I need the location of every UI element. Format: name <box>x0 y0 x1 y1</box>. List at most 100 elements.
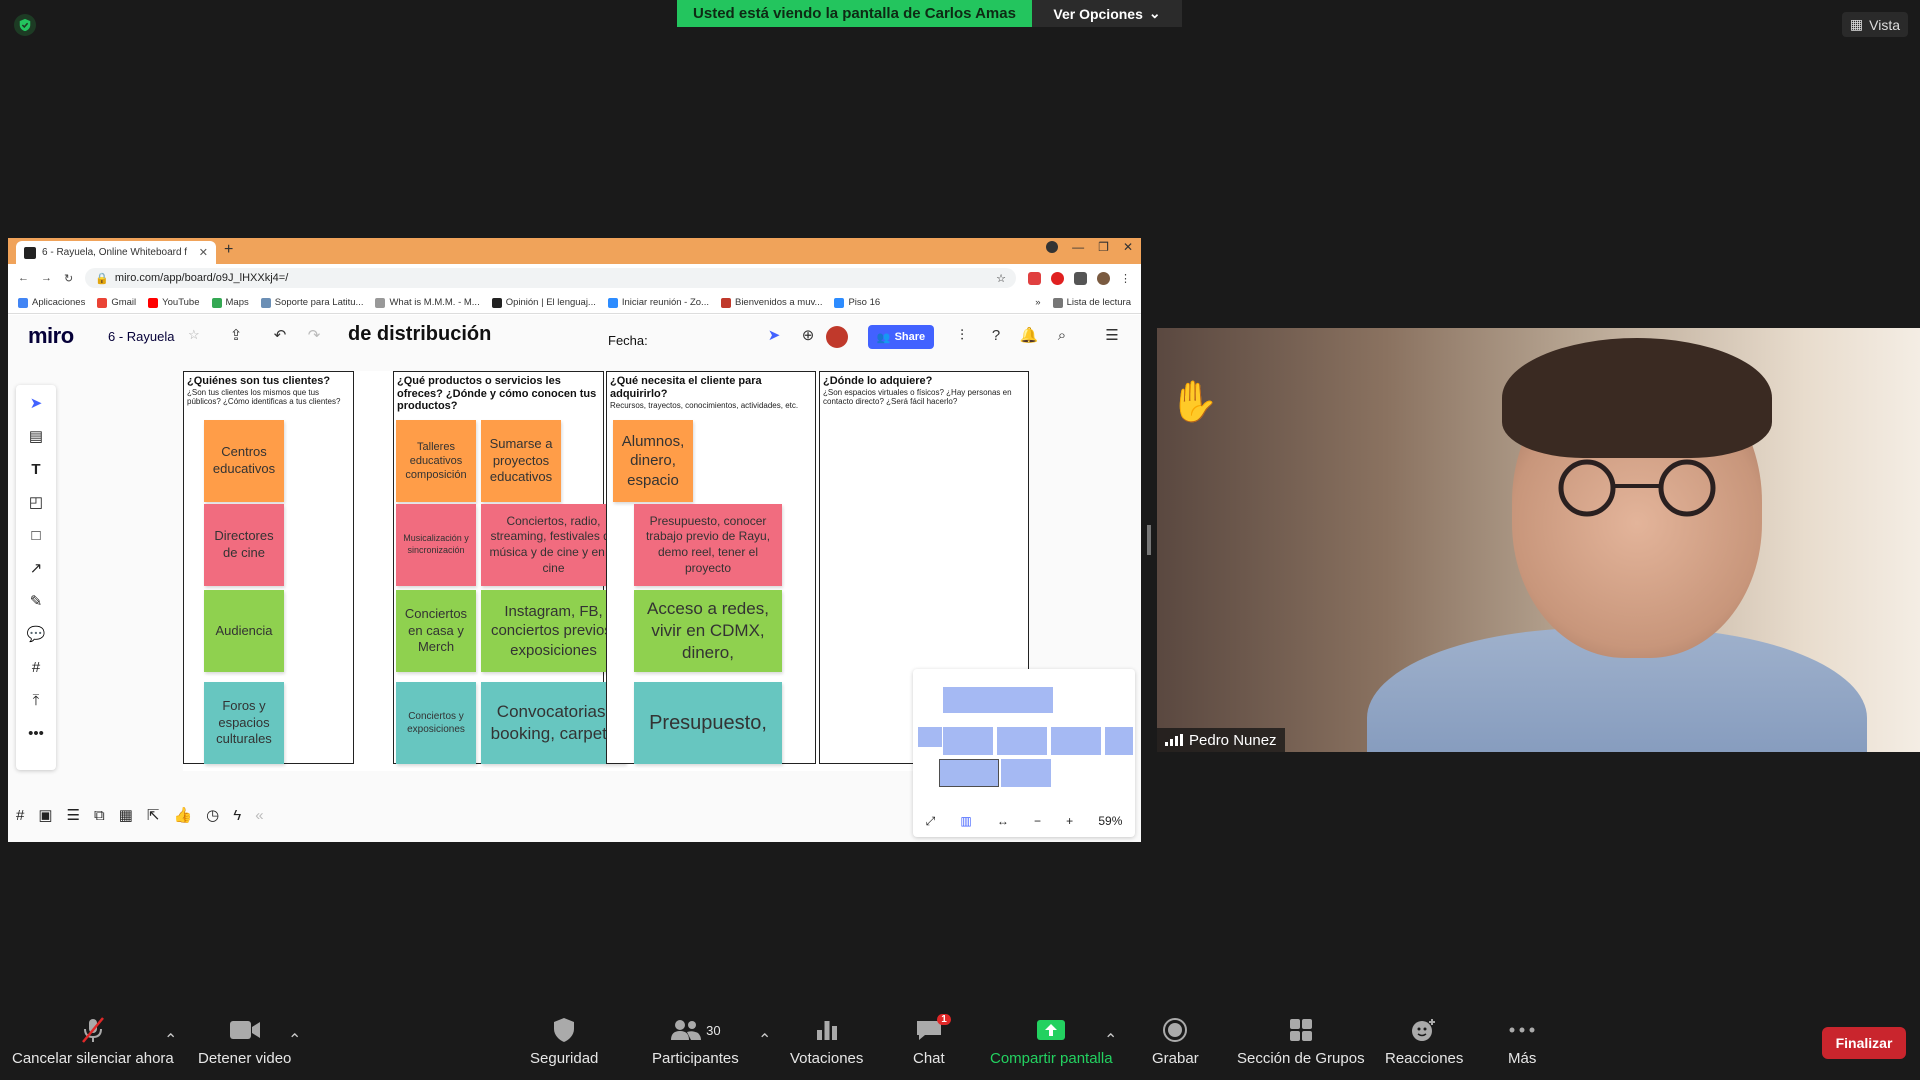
presentation-icon[interactable]: ▣ <box>38 806 52 824</box>
view-options-button[interactable]: Ver Opciones ⌄ <box>1032 0 1182 27</box>
security-shield-icon[interactable] <box>14 14 36 36</box>
breakout-rooms-button[interactable]: Sección de Grupos <box>1237 1016 1365 1067</box>
record-button[interactable]: Grabar <box>1152 1016 1199 1067</box>
cards-icon[interactable]: ⧉ <box>94 807 105 824</box>
map-icon[interactable]: ▥ <box>960 814 971 828</box>
pen-icon[interactable]: ✎ <box>27 591 45 611</box>
participants-button[interactable]: 30 Participantes <box>652 1016 739 1067</box>
chevron-up-icon[interactable]: ⌃ <box>1104 1030 1117 1050</box>
bookmark-item[interactable]: Iniciar reunión - Zo... <box>607 297 709 308</box>
url-field[interactable]: 🔒 miro.com/app/board/o9J_lHXXkj4=/ ☆ <box>85 268 1016 288</box>
frame-icon[interactable]: # <box>27 657 45 677</box>
bookmark-item[interactable]: Piso 16 <box>834 297 880 308</box>
fit-width-icon[interactable]: ↔ <box>997 814 1009 828</box>
security-button[interactable]: Seguridad <box>530 1016 598 1067</box>
new-tab-icon[interactable]: + <box>224 241 233 259</box>
sticky-note[interactable]: Musicalización y sincronización <box>396 504 476 586</box>
shape-icon[interactable]: □ <box>27 525 45 545</box>
sticky-note[interactable]: Sumarse a proyectos educativos <box>481 420 561 502</box>
back-icon[interactable]: ← <box>18 272 29 284</box>
sticky-note[interactable]: Presupuesto, <box>634 682 782 764</box>
polls-button[interactable]: Votaciones <box>790 1016 863 1067</box>
more-tools-icon[interactable]: ••• <box>27 723 45 743</box>
opera-icon[interactable] <box>1051 271 1064 285</box>
share-button[interactable]: 👥 Share <box>868 325 934 349</box>
sticky-note[interactable]: Directores de cine <box>204 504 284 586</box>
cursor-collab-icon[interactable]: ➤ <box>764 325 784 345</box>
sticky-note[interactable]: Conciertos y exposiciones <box>396 682 476 764</box>
text-icon[interactable]: T <box>27 459 45 479</box>
comments-icon[interactable]: ☰ <box>67 806 80 824</box>
settings-sliders-icon[interactable]: ⫶ <box>952 325 972 345</box>
sticky-note[interactable]: Convocatorias, booking, carpeta <box>481 682 626 764</box>
frames-icon[interactable]: # <box>16 807 24 824</box>
kanban-icon[interactable]: ▦ <box>119 806 133 824</box>
vote-icon[interactable]: 👍 <box>173 806 192 824</box>
close-window-icon[interactable]: ✕ <box>1123 240 1133 254</box>
profile-avatar-icon[interactable] <box>1097 271 1110 285</box>
restore-icon[interactable]: ❐ <box>1098 240 1109 254</box>
bookmark-item[interactable]: YouTube <box>148 297 200 308</box>
more-bookmarks-icon[interactable]: » <box>1035 297 1040 308</box>
collapse-icon[interactable]: « <box>255 807 263 824</box>
sticky-note[interactable]: Acceso a redes, vivir en CDMX, dinero, <box>634 590 782 672</box>
sticky-note[interactable]: Conciertos, radio, streaming, festivales… <box>481 504 626 586</box>
reading-list[interactable]: Lista de lectura <box>1052 297 1131 308</box>
star-icon[interactable]: ☆ <box>188 327 200 343</box>
board-canvas[interactable]: ¿Quiénes son tus clientes? ¿Son tus clie… <box>183 371 1029 771</box>
notes-panel-icon[interactable]: ☰ <box>1102 325 1122 345</box>
sticky-note[interactable]: Foros y espacios culturales <box>204 682 284 764</box>
zoom-level[interactable]: 59% <box>1098 814 1122 828</box>
minimap-viewport[interactable] <box>939 759 999 787</box>
templates-icon[interactable]: ▤ <box>27 426 45 446</box>
zoom-out-icon[interactable]: − <box>1034 814 1041 828</box>
bookmark-item[interactable]: Gmail <box>97 297 136 308</box>
add-collaborator-icon[interactable]: ⊕ <box>798 325 818 345</box>
end-meeting-button[interactable]: Finalizar <box>1822 1027 1906 1059</box>
upload-icon[interactable]: ⤒ <box>27 690 45 710</box>
extension-tp-icon[interactable] <box>1028 271 1041 285</box>
stop-video-button[interactable]: Detener video <box>198 1016 291 1067</box>
more-button[interactable]: Más <box>1508 1016 1536 1067</box>
split-handle[interactable] <box>1147 525 1151 555</box>
connector-icon[interactable]: ↗ <box>27 558 45 578</box>
minimize-icon[interactable]: — <box>1072 240 1084 254</box>
view-layout-button[interactable]: ▦ Vista <box>1841 12 1908 37</box>
bookmark-star-icon[interactable]: ☆ <box>996 272 1006 285</box>
chat-button[interactable]: 1 Chat <box>913 1014 951 1067</box>
sticky-note[interactable]: Presupuesto, conocer trabajo previo de R… <box>634 504 782 586</box>
sticky-note[interactable]: Talleres educativos composición <box>396 420 476 502</box>
unmute-button[interactable]: Cancelar silenciar ahora <box>12 1016 174 1067</box>
forward-icon[interactable]: → <box>41 272 52 284</box>
bookmark-item[interactable]: Maps <box>211 297 249 308</box>
sticky-note[interactable]: Centros educativos <box>204 420 284 502</box>
bell-icon[interactable]: 🔔 <box>1019 325 1039 345</box>
timer-icon[interactable]: ◷ <box>206 806 219 824</box>
bookmark-item[interactable]: Bienvenidos a muv... <box>720 297 822 308</box>
puzzle-icon[interactable] <box>1074 271 1087 285</box>
browser-tab[interactable]: 6 - Rayuela, Online Whiteboard f ✕ <box>16 241 216 264</box>
sticky-note[interactable]: Instagram, FB, conciertos previos, expos… <box>481 590 626 672</box>
reactions-button[interactable]: Reacciones <box>1385 1016 1463 1067</box>
reload-icon[interactable]: ↻ <box>64 272 73 285</box>
select-icon[interactable]: ➤ <box>27 393 45 413</box>
zoom-in-icon[interactable]: + <box>1066 814 1073 828</box>
sticky-note-icon[interactable]: ◰ <box>27 492 45 512</box>
undo-icon[interactable]: ↶ <box>270 325 290 345</box>
browser-menu-icon[interactable]: ⋮ <box>1120 272 1131 285</box>
export-icon[interactable]: ⇪ <box>226 325 246 345</box>
share-screen-button[interactable]: Compartir pantalla <box>990 1016 1113 1067</box>
sticky-note[interactable]: Alumnos, dinero, espacio <box>613 420 693 502</box>
apps-icon[interactable]: ϟ <box>233 807 241 824</box>
chevron-up-icon[interactable]: ⌃ <box>758 1030 771 1050</box>
bookmark-item[interactable]: Opinión | El lenguaj... <box>491 297 596 308</box>
sticky-note[interactable]: Conciertos en casa y Merch <box>396 590 476 672</box>
redo-icon[interactable]: ↷ <box>304 325 324 345</box>
avatar[interactable] <box>826 326 848 348</box>
screen-share-icon[interactable]: ⇱ <box>147 806 160 824</box>
close-tab-icon[interactable]: ✕ <box>199 246 208 259</box>
sticky-note[interactable]: Audiencia <box>204 590 284 672</box>
bookmark-item[interactable]: What is M.M.M. - M... <box>375 297 480 308</box>
bookmark-item[interactable]: Aplicaciones <box>18 297 85 308</box>
search-icon[interactable]: ⌕ <box>1052 325 1072 345</box>
